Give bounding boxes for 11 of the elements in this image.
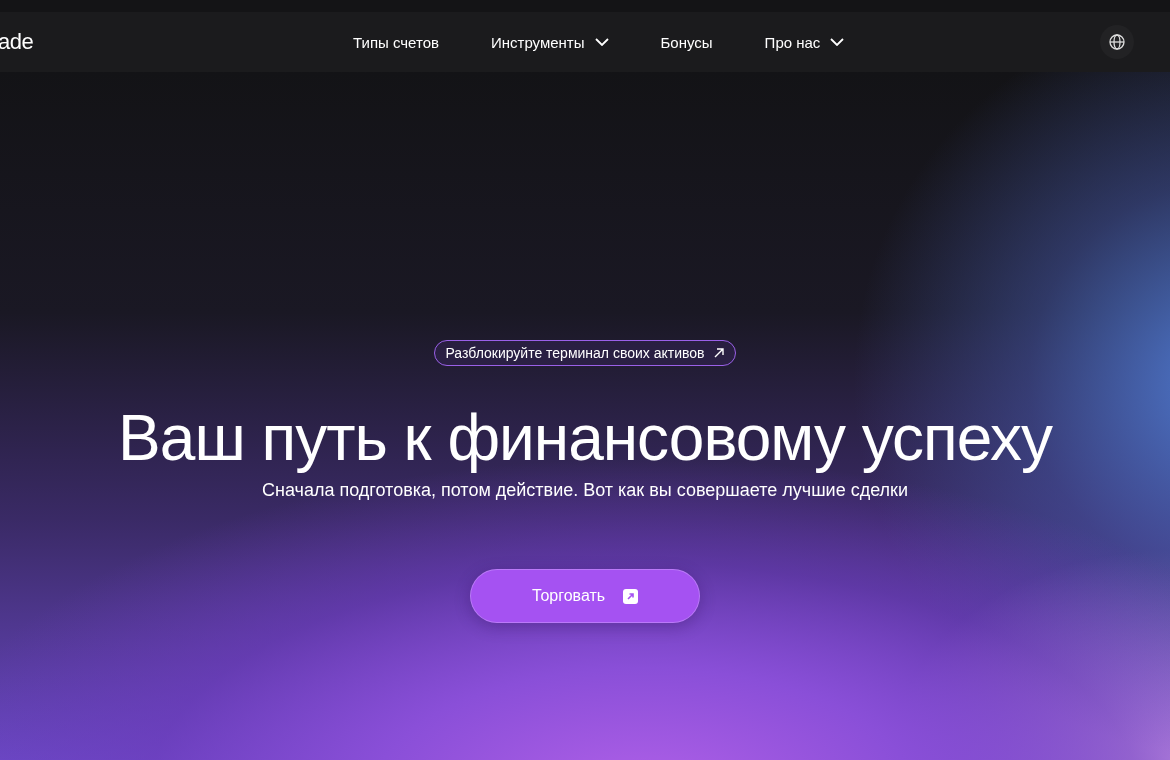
- nav-link[interactable]: Про нас: [764, 33, 845, 51]
- trade-button[interactable]: Торговать: [470, 569, 700, 623]
- globe-icon: [1109, 34, 1125, 50]
- language-button[interactable]: [1100, 25, 1134, 59]
- hero-subtitle: Сначала подготовка, потом действие. Вот как вы совершаете лучшие сделки: [262, 480, 908, 501]
- nav-link[interactable]: Инструменты: [490, 33, 609, 51]
- arrow-up-right-icon: [712, 347, 725, 359]
- nav-link[interactable]: Бонусы: [660, 33, 713, 51]
- nav-link[interactable]: Типы счетов: [353, 33, 439, 51]
- promo-link[interactable]: Разблокируйте терминал своих активов: [434, 340, 736, 366]
- arrow-square-icon: [623, 588, 639, 604]
